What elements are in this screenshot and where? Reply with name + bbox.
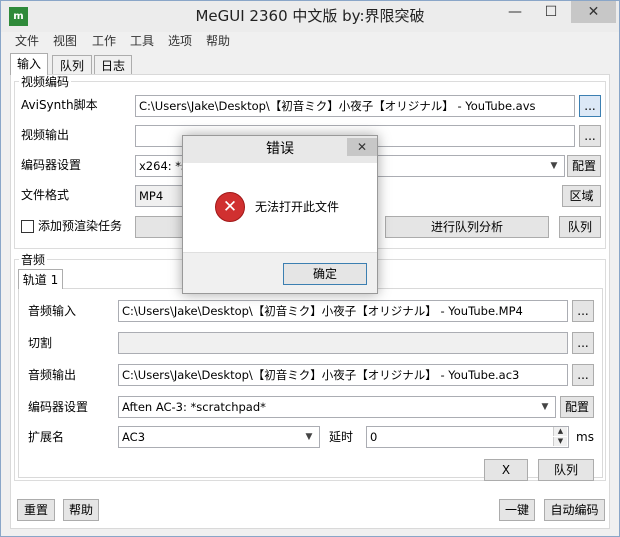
extension-value: AC3 xyxy=(122,430,146,444)
audio-cut-browse-button[interactable]: ... xyxy=(572,332,594,354)
auto-encode-button[interactable]: 自动编码 xyxy=(544,499,605,521)
error-icon: ✕ xyxy=(215,192,245,222)
tab-log[interactable]: 日志 xyxy=(94,55,132,75)
one-click-button[interactable]: 一键 xyxy=(499,499,535,521)
extension-select[interactable]: AC3 ▼ xyxy=(118,426,320,448)
chevron-down-icon: ▼ xyxy=(550,161,558,171)
audio-encoder-label: 编码器设置 xyxy=(28,400,89,414)
error-dialog-body: ✕ 无法打开此文件 xyxy=(183,163,377,252)
audio-cut-field[interactable] xyxy=(118,332,568,354)
audio-input-field[interactable]: C:\Users\Jake\Desktop\【初音ミク】小夜子【オリジナル】 -… xyxy=(118,300,568,322)
error-dialog-close-button[interactable]: ✕ xyxy=(347,138,377,156)
video-output-browse-button[interactable]: ... xyxy=(579,125,601,147)
avisynth-browse-button[interactable]: ... xyxy=(579,95,601,117)
chevron-down-icon: ▼ xyxy=(305,432,313,442)
video-output-label: 视频输出 xyxy=(21,128,70,142)
maximize-button[interactable]: ☐ xyxy=(534,1,568,23)
tab-queue[interactable]: 队列 xyxy=(52,55,92,75)
avisynth-script-input[interactable]: C:\Users\Jake\Desktop\【初音ミク】小夜子【オリジナル】 -… xyxy=(135,95,575,117)
spin-up-icon[interactable]: ▲ xyxy=(553,427,567,436)
prerender-checkbox[interactable] xyxy=(21,220,34,233)
audio-input-label: 音频输入 xyxy=(28,304,77,318)
audio-config-button[interactable]: 配置 xyxy=(560,396,594,418)
spin-down-icon[interactable]: ▼ xyxy=(553,437,567,446)
menu-bar: 文件 视图 工作 工具 选项 帮助 xyxy=(1,32,619,51)
main-window: m MeGUI 2360 中文版 by:界限突破 — ☐ ✕ 文件 视图 工作 … xyxy=(0,0,620,537)
minimize-button[interactable]: — xyxy=(498,1,532,23)
error-dialog-footer: 确定 xyxy=(183,252,377,293)
avisynth-label: AviSynth脚本 xyxy=(21,98,98,112)
chevron-down-icon: ▼ xyxy=(541,402,549,412)
delay-value: 0 xyxy=(370,430,378,444)
tab-input[interactable]: 输入 xyxy=(10,53,48,75)
menu-help[interactable]: 帮助 xyxy=(206,32,230,51)
prerender-label: 添加预渲染任务 xyxy=(38,219,123,233)
reset-button[interactable]: 重置 xyxy=(17,499,55,521)
delay-label: 延时 xyxy=(329,430,354,444)
audio-output-label: 音频输出 xyxy=(28,368,77,382)
title-bar: m MeGUI 2360 中文版 by:界限突破 — ☐ ✕ xyxy=(1,1,619,32)
menu-file[interactable]: 文件 xyxy=(15,32,39,51)
help-button[interactable]: 帮助 xyxy=(63,499,99,521)
extension-label: 扩展名 xyxy=(28,430,65,444)
video-queue-button[interactable]: 队列 xyxy=(559,216,601,238)
audio-cut-label: 切割 xyxy=(28,336,53,350)
audio-encoder-value: Aften AC-3: *scratchpad* xyxy=(122,400,266,414)
delay-unit: ms xyxy=(576,430,594,444)
audio-group-title: 音频 xyxy=(19,253,48,267)
audio-output-field[interactable]: C:\Users\Jake\Desktop\【初音ミク】小夜子【オリジナル】 -… xyxy=(118,364,568,386)
close-button[interactable]: ✕ xyxy=(571,1,616,23)
audio-encoder-select[interactable]: Aften AC-3: *scratchpad* ▼ xyxy=(118,396,556,418)
delay-input[interactable]: 0 ▲ ▼ xyxy=(366,426,569,448)
tab-track-1[interactable]: 轨道 1 xyxy=(18,269,63,289)
audio-input-browse-button[interactable]: ... xyxy=(572,300,594,322)
video-encoder-label: 编码器设置 xyxy=(21,158,82,172)
region-button[interactable]: 区域 xyxy=(562,185,601,207)
audio-queue-button[interactable]: 队列 xyxy=(538,459,594,481)
audio-output-browse-button[interactable]: ... xyxy=(572,364,594,386)
error-message: 无法打开此文件 xyxy=(255,200,340,214)
video-config-button[interactable]: 配置 xyxy=(567,155,601,177)
video-group-title: 视频编码 xyxy=(19,75,72,89)
ok-button[interactable]: 确定 xyxy=(283,263,367,285)
queue-analysis-button[interactable]: 进行队列分析 xyxy=(385,216,549,238)
menu-tools[interactable]: 工具 xyxy=(130,32,154,51)
error-dialog: 错误 ✕ ✕ 无法打开此文件 确定 xyxy=(182,135,378,294)
menu-options[interactable]: 选项 xyxy=(168,32,192,51)
menu-view[interactable]: 视图 xyxy=(53,32,77,51)
file-format-label: 文件格式 xyxy=(21,188,70,202)
audio-clear-button[interactable]: X xyxy=(484,459,528,481)
menu-job[interactable]: 工作 xyxy=(92,32,116,51)
